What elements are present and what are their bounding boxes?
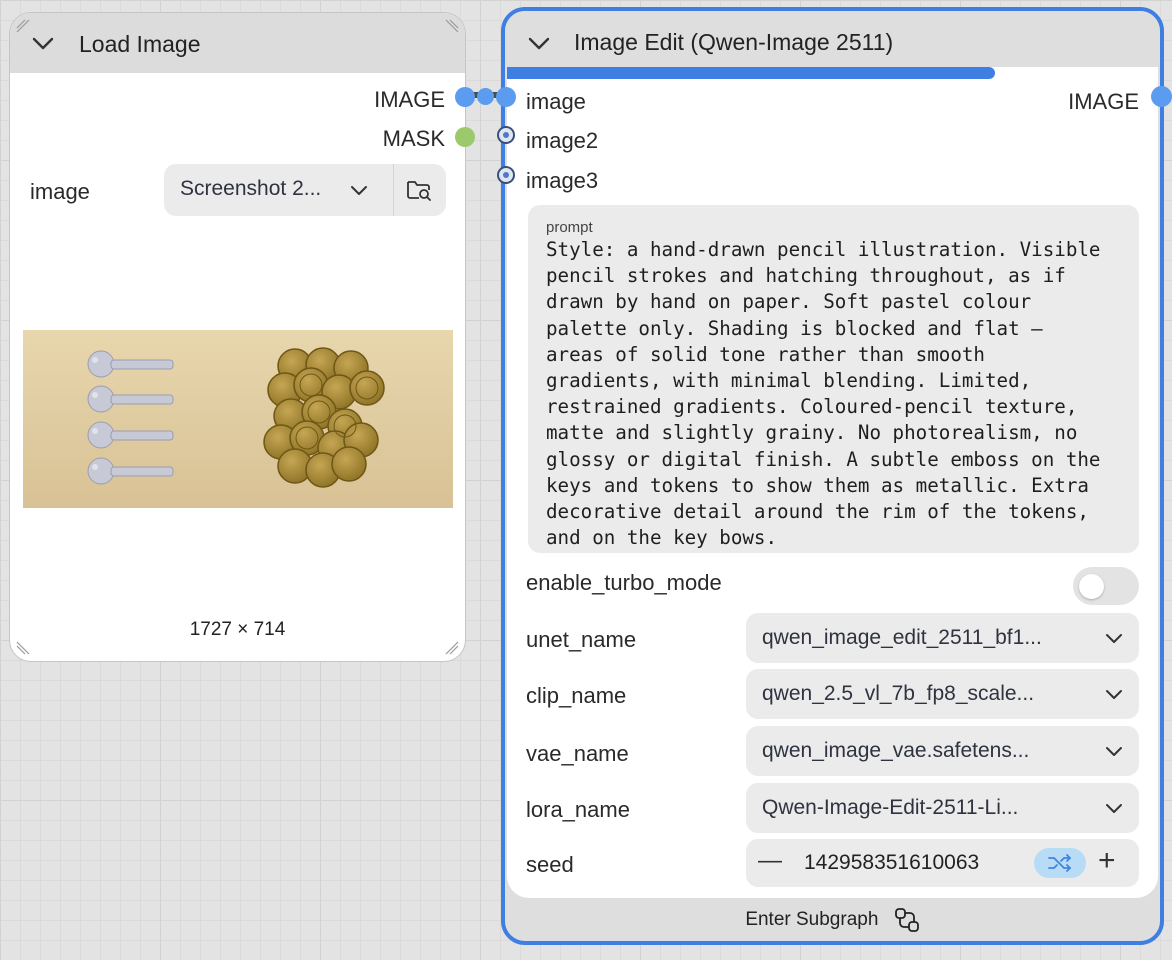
lora-name-value: Qwen-Image-Edit-2511-Li... [762,796,1019,819]
load-image-node[interactable]: Load Image IMAGE MASK image Screenshot 2… [9,12,466,662]
unet-name-value: qwen_image_edit_2511_bf1... [762,626,1042,649]
image-select-value: Screenshot 2... [180,177,322,200]
divider [393,164,394,216]
image-edit-node[interactable]: Image Edit (Qwen-Image 2511) image image… [501,7,1164,945]
resize-grip-icon[interactable] [445,19,459,33]
prompt-textarea[interactable]: prompt Style: a hand-drawn pencil illust… [528,205,1139,553]
node-header[interactable]: Load Image [10,13,465,73]
clip-name-select[interactable]: qwen_2.5_vl_7b_fp8_scale... [746,669,1139,719]
link-midpoint[interactable] [477,88,494,105]
mask-output-socket[interactable] [455,127,475,147]
input-label-image3: image3 [526,168,599,193]
folder-search-icon[interactable] [406,178,432,202]
image-input-socket[interactable] [496,87,516,107]
chevron-down-icon [1106,690,1122,699]
clip-name-value: qwen_2.5_vl_7b_fp8_scale... [762,682,1035,705]
decrement-button[interactable]: — [758,847,782,875]
input-label-image: image [526,89,586,114]
chevron-down-icon [1106,747,1122,756]
prompt-label: prompt [546,219,593,236]
lora-name-label: lora_name [526,797,630,822]
image2-input-socket[interactable] [497,126,515,144]
node-title: Load Image [79,31,201,57]
image-preview [23,330,453,508]
image-widget-label: image [30,179,90,204]
resize-grip-icon[interactable] [445,641,459,655]
unet-name-select[interactable]: qwen_image_edit_2511_bf1... [746,613,1139,663]
output-label-image: IMAGE [374,87,445,112]
progress-track [507,67,1158,79]
subgraph-icon [894,908,919,932]
vae-name-value: qwen_image_vae.safetens... [762,739,1030,762]
seed-value[interactable]: 142958351610063 [804,851,979,875]
chevron-down-icon [351,186,367,195]
node-body: image image2 image3 IMAGE prompt Style: … [507,67,1158,898]
collapse-chevron-icon[interactable] [528,37,550,51]
image-dimensions: 1727 × 714 [189,619,286,640]
vae-name-select[interactable]: qwen_image_vae.safetens... [746,726,1139,776]
clip-name-label: clip_name [526,683,627,708]
vae-name-label: vae_name [526,741,629,766]
resize-grip-icon[interactable] [16,19,30,33]
output-label-mask: MASK [382,126,445,151]
shuffle-icon [1048,854,1071,872]
resize-grip-icon[interactable] [16,641,30,655]
chevron-down-icon [1106,634,1122,643]
unet-name-label: unet_name [526,627,637,652]
seed-input[interactable]: — 142958351610063 + [746,839,1139,887]
input-label-image2: image2 [526,128,599,153]
node-header[interactable]: Image Edit (Qwen-Image 2511) [505,11,1160,69]
node-title: Image Edit (Qwen-Image 2511) [574,29,894,55]
increment-button[interactable]: + [1098,845,1116,877]
enter-subgraph-button[interactable]: Enter Subgraph [505,907,1160,933]
seed-label: seed [526,852,574,877]
turbo-mode-toggle[interactable] [1073,567,1139,605]
toggle-knob [1079,574,1104,599]
randomize-button[interactable] [1034,848,1086,878]
output-label-image: IMAGE [1068,89,1139,114]
collapse-chevron-icon[interactable] [32,37,54,51]
chevron-down-icon [1106,804,1122,813]
prompt-text[interactable]: Style: a hand-drawn pencil illustration.… [546,237,1126,551]
image-output-socket[interactable] [1151,86,1172,107]
image-select[interactable]: Screenshot 2... [164,164,446,216]
image3-input-socket[interactable] [497,166,515,184]
toggle-label: enable_turbo_mode [526,570,722,595]
lora-name-select[interactable]: Qwen-Image-Edit-2511-Li... [746,783,1139,833]
enter-subgraph-label: Enter Subgraph [745,909,879,931]
image-output-socket[interactable] [455,87,475,107]
progress-bar [507,67,996,79]
